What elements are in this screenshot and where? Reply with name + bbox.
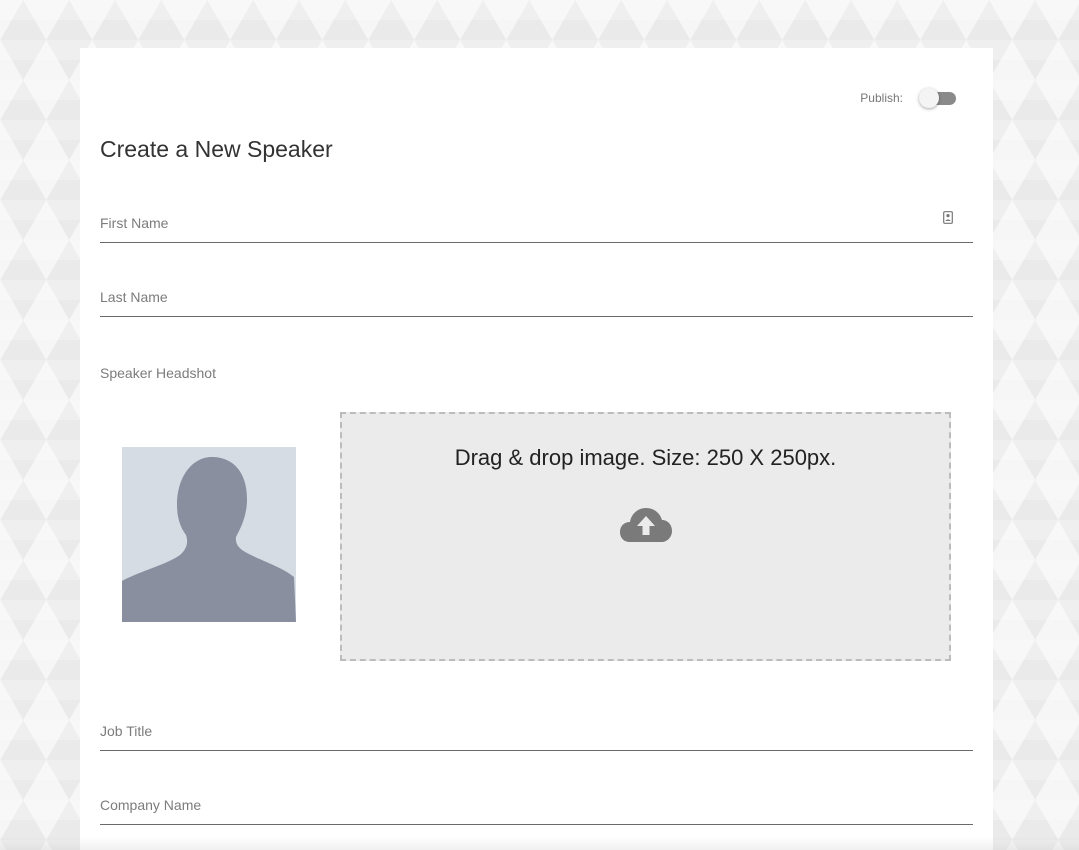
publish-control: Publish:	[860, 88, 957, 108]
company-name-input[interactable]	[100, 790, 920, 820]
dropzone-text: Drag & drop image. Size: 250 X 250px.	[454, 445, 837, 470]
last-name-input[interactable]	[100, 282, 920, 312]
image-dropzone[interactable]: Drag & drop image. Size: 250 X 250px.	[340, 412, 951, 661]
company-name-field	[100, 790, 973, 825]
last-name-field	[100, 282, 973, 317]
publish-toggle-thumb	[919, 88, 939, 108]
publish-label: Publish:	[860, 91, 903, 105]
first-name-field	[100, 208, 973, 243]
first-name-input[interactable]	[100, 208, 920, 238]
job-title-input[interactable]	[100, 716, 920, 746]
cloud-upload-icon	[620, 508, 672, 542]
headshot-preview	[122, 447, 296, 622]
headshot-label: Speaker Headshot	[100, 365, 216, 381]
job-title-field	[100, 716, 973, 751]
publish-toggle[interactable]	[919, 88, 957, 108]
contact-card-icon[interactable]	[943, 211, 953, 224]
page-title: Create a New Speaker	[100, 136, 333, 162]
speaker-form-card: Publish: Create a New Speaker Speaker He…	[80, 48, 993, 850]
person-silhouette-icon	[122, 457, 296, 622]
